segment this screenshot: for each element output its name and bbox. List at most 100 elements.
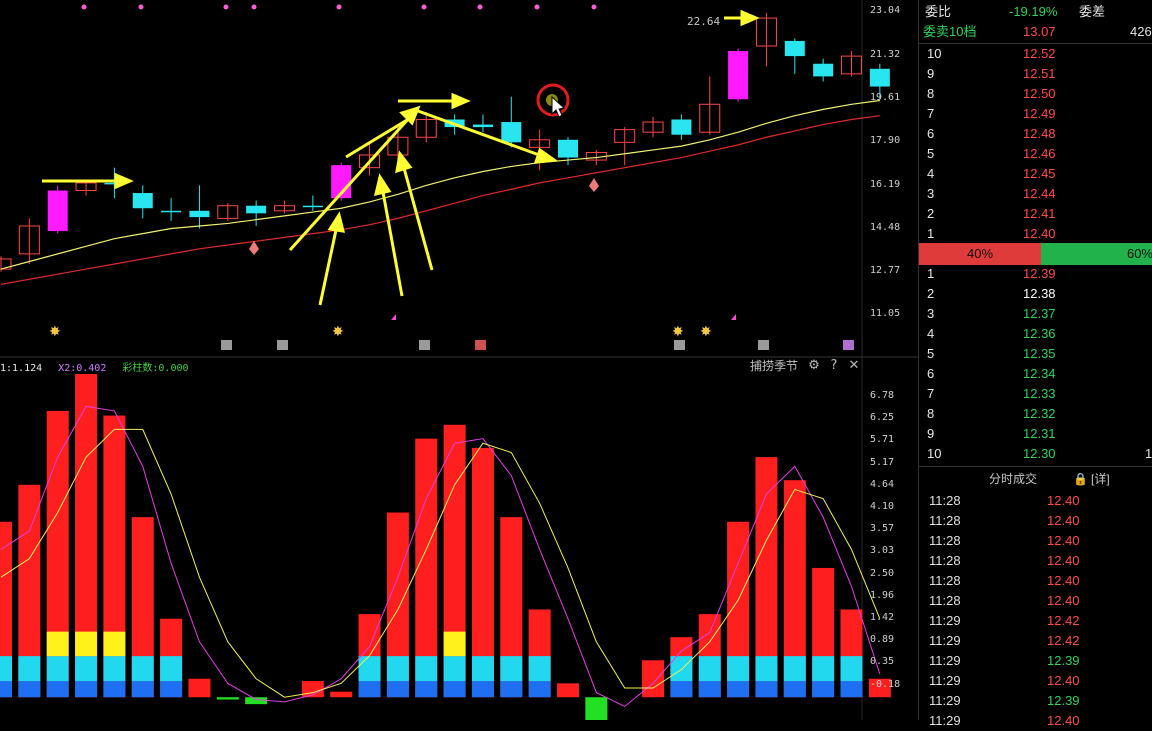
trades-header: 分时成交 🔒 [详] <box>919 469 1152 489</box>
indicator-band <box>783 681 806 698</box>
buy-level-row[interactable]: 2 12.38 <box>919 284 1152 304</box>
x1-value: 1:1.124 <box>0 363 43 374</box>
indicator-band <box>755 681 778 698</box>
indicator-band <box>500 681 523 698</box>
sell-level-row[interactable]: 5 12.46 <box>919 144 1152 164</box>
price-tick-label: 14.48 <box>870 222 901 233</box>
caizhu-value: 彩柱数:0.000 <box>122 363 189 374</box>
indicator-band <box>415 681 438 698</box>
indicator-band <box>75 656 98 682</box>
sell-level-row[interactable]: 9 12.51 <box>919 64 1152 84</box>
buy-level-row[interactable]: 6 12.34 <box>919 364 1152 384</box>
trade-row[interactable]: 11:29 12.40 <box>919 671 1152 691</box>
arrow-head-icon <box>373 173 392 197</box>
info-box-icon[interactable] <box>843 340 854 350</box>
buy-level-row[interactable]: 5 12.35 <box>919 344 1152 364</box>
buy-level-row[interactable]: 7 12.33 <box>919 384 1152 404</box>
sell-level-row[interactable]: 7 12.49 <box>919 104 1152 124</box>
level-label: 4 <box>927 166 935 181</box>
trade-row[interactable]: 11:29 12.39 <box>919 691 1152 711</box>
marker-dot <box>477 4 483 10</box>
trade-row[interactable]: 11:28 12.40 <box>919 591 1152 611</box>
indicator-band <box>160 656 183 682</box>
arrow-head-icon <box>451 92 471 110</box>
indicator-band <box>358 681 381 698</box>
candle-body <box>813 63 834 77</box>
trade-price: 12.40 <box>1047 533 1080 548</box>
indicator-band <box>0 656 12 682</box>
candle-body <box>302 205 323 208</box>
trade-price: 12.40 <box>1047 513 1080 528</box>
trade-price: 12.40 <box>1047 573 1080 588</box>
level-label: 5 <box>927 346 935 361</box>
trade-row[interactable]: 11:28 12.40 <box>919 531 1152 551</box>
info-box-icon[interactable] <box>221 340 232 350</box>
trade-row[interactable]: 11:28 12.40 <box>919 511 1152 531</box>
sell-level-row[interactable]: 6 12.48 <box>919 124 1152 144</box>
sell-level-row[interactable]: 4 12.45 <box>919 164 1152 184</box>
buy-level-row[interactable]: 1 12.39 <box>919 264 1152 284</box>
indicator-tick-label: 1.42 <box>870 612 895 623</box>
trade-row[interactable]: 11:29 12.40 <box>919 711 1152 731</box>
indicator-bar <box>642 660 665 698</box>
divider <box>919 466 1152 467</box>
indicator-tick-label: 6.78 <box>870 390 895 401</box>
sell-level-row[interactable]: 8 12.50 <box>919 84 1152 104</box>
info-box-icon[interactable] <box>419 340 430 350</box>
indicator-band <box>727 656 750 682</box>
sell-level-row[interactable]: 1 12.40 <box>919 224 1152 244</box>
trade-row[interactable]: 11:28 12.40 <box>919 551 1152 571</box>
sell-level-row[interactable]: 10 12.52 <box>919 44 1152 64</box>
star-icon: ✸ <box>332 324 344 340</box>
lock-icon[interactable]: 🔒 <box>1073 469 1088 489</box>
buy-level-row[interactable]: 9 12.31 <box>919 424 1152 444</box>
high-price-label: 22.64 <box>687 15 721 28</box>
candle-body <box>784 40 805 57</box>
trade-row[interactable]: 11:28 12.40 <box>919 571 1152 591</box>
close-icon[interactable]: ✕ <box>844 358 864 373</box>
indicator-band <box>75 631 98 657</box>
indicator-title[interactable]: 捕捞季节 <box>750 357 798 374</box>
level-label: 6 <box>927 366 935 381</box>
indicator-band <box>528 656 551 682</box>
chart-area[interactable]: ✸ ✸ ✸ ✸ 22.64 23.04 21.32 19.61 17.90 16.19 1… <box>0 0 918 720</box>
indicator-band <box>0 681 12 698</box>
buy-level-row[interactable]: 8 12.32 <box>919 404 1152 424</box>
trade-row[interactable]: 11:29 12.39 <box>919 651 1152 671</box>
indicator-band <box>75 681 98 698</box>
indicator-bar <box>557 683 579 698</box>
buy-level-row[interactable]: 3 12.37 <box>919 304 1152 324</box>
price-tick-label: 12.77 <box>870 265 901 276</box>
pink-flag-icon <box>391 314 396 320</box>
price-tick-label: 17.90 <box>870 135 901 146</box>
trade-price: 12.39 <box>1047 653 1080 668</box>
level-label: 1 <box>927 266 935 281</box>
indicator-header: 1:1.124 X2:0.402 彩柱数:0.000 <box>0 359 199 374</box>
buy-level-row[interactable]: 4 12.36 <box>919 324 1152 344</box>
marker-dot <box>534 4 540 10</box>
info-box-icon[interactable] <box>758 340 769 350</box>
gear-icon[interactable]: ⚙ <box>804 358 824 373</box>
detail-link[interactable]: [详] <box>1091 469 1110 489</box>
buy-level-row[interactable]: 10 12.30 <box>919 444 1152 464</box>
indicator-band <box>698 681 721 698</box>
info-box-icon[interactable] <box>475 340 486 350</box>
indicator-bar <box>330 691 353 698</box>
indicator-band <box>131 681 154 698</box>
indicator-tick-label: 4.64 <box>870 478 895 490</box>
indicator-tools: ⚙? ✕ <box>804 358 864 373</box>
weicha-label: 委差 <box>1079 4 1106 19</box>
indicator-band <box>727 681 750 698</box>
trade-row[interactable]: 11:29 12.42 <box>919 611 1152 631</box>
sell-level-row[interactable]: 3 12.44 <box>919 184 1152 204</box>
trade-row[interactable]: 11:29 12.42 <box>919 631 1152 651</box>
arrow-head-icon <box>740 9 760 27</box>
trade-row[interactable]: 11:28 12.40 <box>919 491 1152 511</box>
info-box-icon[interactable] <box>674 340 685 350</box>
sell10-extra: 426 <box>1130 24 1152 39</box>
level-label: 10 <box>927 46 942 61</box>
info-box-icon[interactable] <box>277 340 288 350</box>
sell-ratio: 40% <box>919 243 1041 265</box>
help-icon[interactable]: ? <box>824 358 844 373</box>
sell-level-row[interactable]: 2 12.41 <box>919 204 1152 224</box>
